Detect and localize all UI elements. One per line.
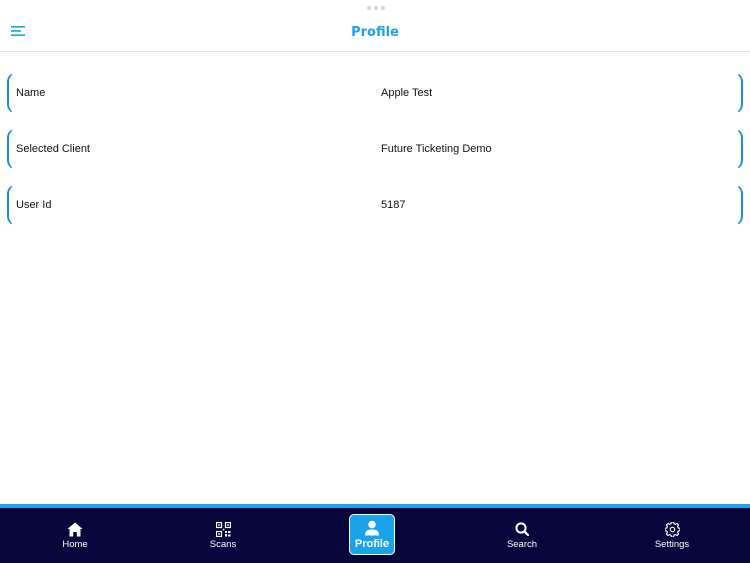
nav-item-scans[interactable]: Scans — [148, 508, 298, 563]
gear-icon — [664, 521, 680, 537]
bottom-navigation-bar: Home Scans Profile Search Settings — [0, 508, 750, 563]
nav-label: Search — [506, 539, 538, 550]
nav-label: Profile — [354, 538, 390, 550]
row-value: 5187 — [381, 199, 406, 211]
page-title: Profile — [351, 25, 399, 40]
nav-label: Settings — [654, 539, 690, 550]
qr-code-icon — [215, 521, 231, 537]
nav-label: Scans — [209, 539, 237, 550]
nav-item-home[interactable]: Home — [0, 508, 150, 563]
profile-details-list: Name Apple Test Selected Client Future T… — [0, 72, 750, 240]
nav-item-settings[interactable]: Settings — [597, 508, 747, 563]
user-icon — [364, 520, 380, 536]
profile-row-name: Name Apple Test — [7, 72, 743, 114]
search-icon — [515, 521, 529, 537]
active-tab-pill: Profile — [349, 514, 395, 555]
top-bar: Profile — [0, 0, 750, 52]
row-label: User Id — [16, 199, 52, 211]
nav-label: Home — [62, 539, 88, 550]
app-window: Profile Name Apple Test Selected Client … — [0, 0, 750, 563]
nav-item-search[interactable]: Search — [447, 508, 597, 563]
profile-row-selected-client: Selected Client Future Ticketing Demo — [7, 128, 743, 170]
row-label: Name — [16, 87, 46, 99]
nav-item-profile[interactable]: Profile — [297, 508, 447, 563]
profile-row-user-id: User Id 5187 — [7, 184, 743, 226]
row-label: Selected Client — [16, 143, 90, 155]
home-icon — [67, 521, 83, 537]
row-value: Apple Test — [381, 87, 433, 99]
row-value: Future Ticketing Demo — [381, 143, 492, 155]
